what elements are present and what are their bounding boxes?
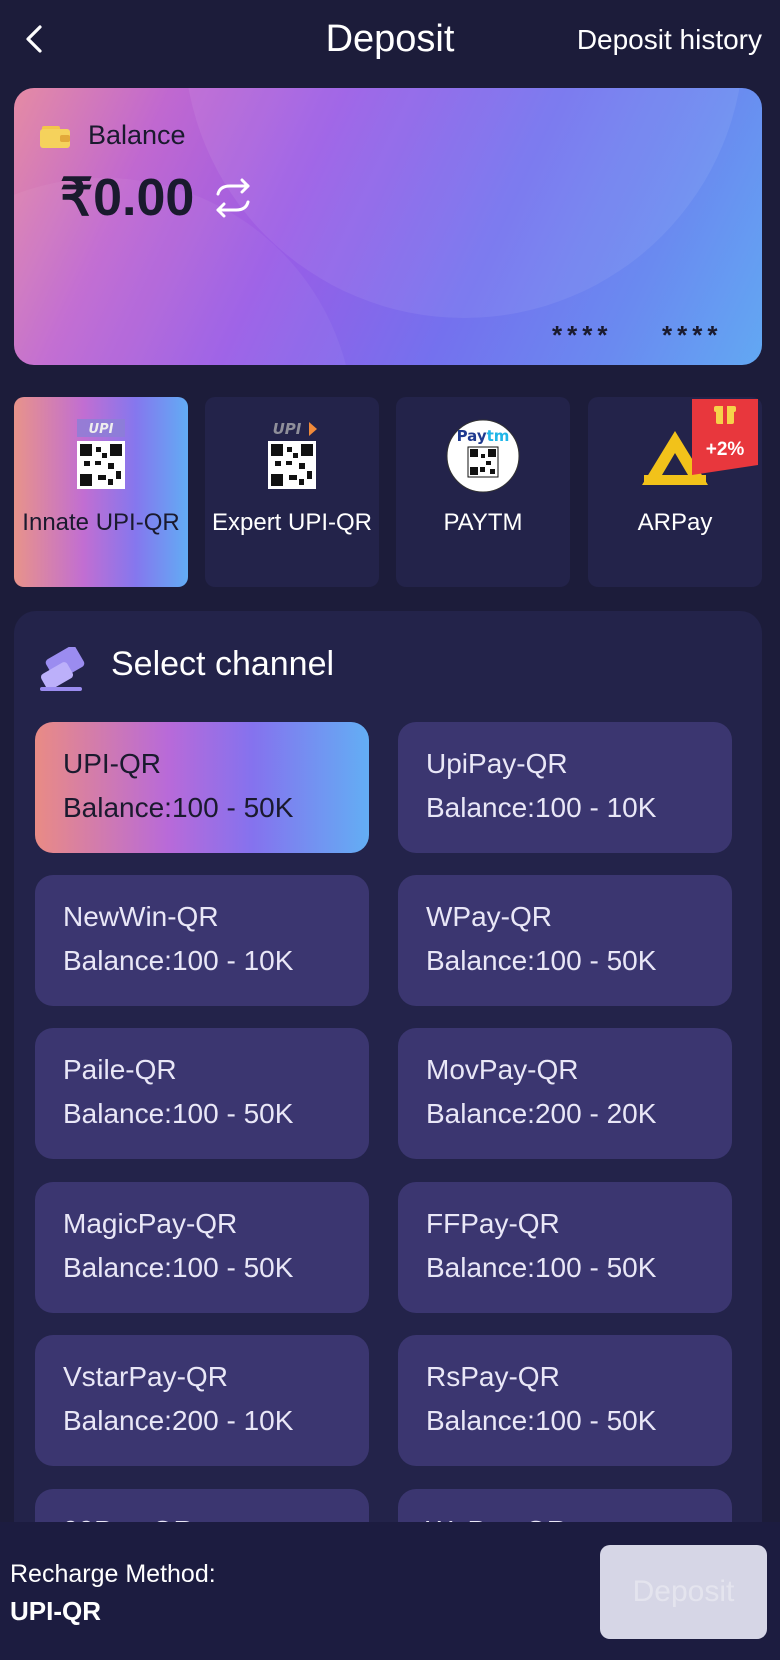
channel-card-upi-qr[interactable]: UPI-QR Balance:100 - 50K bbox=[35, 722, 369, 853]
method-label: ARPay bbox=[637, 509, 713, 536]
channel-name: MagicPay-QR bbox=[63, 1208, 238, 1239]
payment-method-tabs: UPI Innate UPI-QR UPI Expert UPI-QR Payt… bbox=[14, 397, 762, 587]
channel-name: VstarPay-QR bbox=[63, 1361, 228, 1392]
method-tab-innate-upi-qr[interactable]: UPI Innate UPI-QR bbox=[14, 397, 188, 587]
channel-card-ffpay-qr[interactable]: FFPay-QR Balance:100 - 50K bbox=[398, 1182, 732, 1313]
channel-range: Balance:100 - 50K bbox=[426, 945, 657, 976]
upi-qr-icon: UPI bbox=[268, 420, 317, 489]
balance-card: Balance ₹0.00 **** **** bbox=[14, 88, 762, 365]
header: Deposit Deposit history bbox=[0, 0, 780, 80]
wallet-icon bbox=[40, 126, 70, 148]
method-tab-paytm[interactable]: Paytm PAYTM bbox=[396, 397, 570, 587]
channel-card-upipay-qr[interactable]: UpiPay-QR Balance:100 - 10K bbox=[398, 722, 732, 853]
deposit-history-link[interactable]: Deposit history bbox=[577, 24, 762, 56]
channel-range: Balance:100 - 50K bbox=[426, 1252, 657, 1283]
channel-name: RsPay-QR bbox=[426, 1361, 560, 1392]
method-label: PAYTM bbox=[443, 509, 523, 536]
channel-card-paile-qr[interactable]: Paile-QR Balance:100 - 50K bbox=[35, 1028, 369, 1159]
channel-section-title: Select channel bbox=[111, 645, 335, 683]
channel-name: MovPay-QR bbox=[426, 1054, 579, 1085]
channel-name: FFPay-QR bbox=[426, 1208, 560, 1239]
bonus-badge: +2% bbox=[692, 399, 758, 475]
card-number-mask: **** bbox=[662, 320, 723, 350]
channel-name: UpiPay-QR bbox=[426, 748, 568, 779]
channel-card-movpay-qr[interactable]: MovPay-QR Balance:200 - 20K bbox=[398, 1028, 732, 1159]
method-label: Expert UPI-QR bbox=[211, 509, 373, 536]
channel-range: Balance:100 - 10K bbox=[63, 945, 294, 976]
channel-range: Balance:100 - 50K bbox=[63, 1098, 294, 1129]
svg-text:Paytm: Paytm bbox=[457, 427, 510, 445]
svg-text:UPI: UPI bbox=[89, 422, 114, 437]
channel-card-newwin-qr[interactable]: NewWin-QR Balance:100 - 10K bbox=[35, 875, 369, 1006]
channel-range: Balance:100 - 10K bbox=[426, 792, 657, 823]
channel-card-wpay-qr[interactable]: WPay-QR Balance:100 - 50K bbox=[398, 875, 732, 1006]
bottom-bar: Recharge Method: UPI-QR Deposit bbox=[0, 1522, 780, 1660]
bonus-text: +2% bbox=[705, 439, 745, 460]
balance-label: Balance bbox=[88, 120, 186, 150]
gift-icon bbox=[692, 399, 758, 475]
channel-range: Balance:200 - 20K bbox=[426, 1098, 657, 1129]
card-number-mask: **** bbox=[552, 320, 613, 350]
channel-name: Paile-QR bbox=[63, 1054, 177, 1085]
channel-panel: Select channel UPI-QR Balance:100 - 50K … bbox=[14, 611, 762, 1660]
card-stack-icon bbox=[40, 647, 85, 691]
method-tab-expert-upi-qr[interactable]: UPI Expert UPI-QR bbox=[205, 397, 379, 587]
balance-amount: ₹0.00 bbox=[60, 169, 195, 227]
recharge-method-value: UPI-QR bbox=[10, 1596, 101, 1626]
channel-range: Balance:100 - 50K bbox=[63, 1252, 294, 1283]
channel-name: NewWin-QR bbox=[63, 901, 219, 932]
recharge-method-label: Recharge Method: bbox=[10, 1560, 216, 1588]
method-tab-arpay[interactable]: ARPay +2% bbox=[588, 397, 762, 587]
refresh-icon[interactable] bbox=[208, 178, 258, 218]
channel-card-magicpay-qr[interactable]: MagicPay-QR Balance:100 - 50K bbox=[35, 1182, 369, 1313]
deposit-button[interactable]: Deposit bbox=[600, 1545, 767, 1639]
channel-range: Balance:100 - 50K bbox=[63, 792, 294, 823]
method-label: Innate UPI-QR bbox=[22, 509, 180, 536]
back-arrow-icon[interactable] bbox=[20, 22, 50, 56]
channel-card-rspay-qr[interactable]: RsPay-QR Balance:100 - 50K bbox=[398, 1335, 732, 1466]
upi-qr-icon: UPI bbox=[77, 419, 125, 489]
paytm-icon: Paytm bbox=[446, 419, 520, 493]
channel-name: UPI-QR bbox=[63, 748, 161, 779]
channel-range: Balance:200 - 10K bbox=[63, 1405, 294, 1436]
channel-name: WPay-QR bbox=[426, 901, 552, 932]
channel-card-vstarpay-qr[interactable]: VstarPay-QR Balance:200 - 10K bbox=[35, 1335, 369, 1466]
channel-range: Balance:100 - 50K bbox=[426, 1405, 657, 1436]
svg-text:UPI: UPI bbox=[273, 420, 302, 438]
